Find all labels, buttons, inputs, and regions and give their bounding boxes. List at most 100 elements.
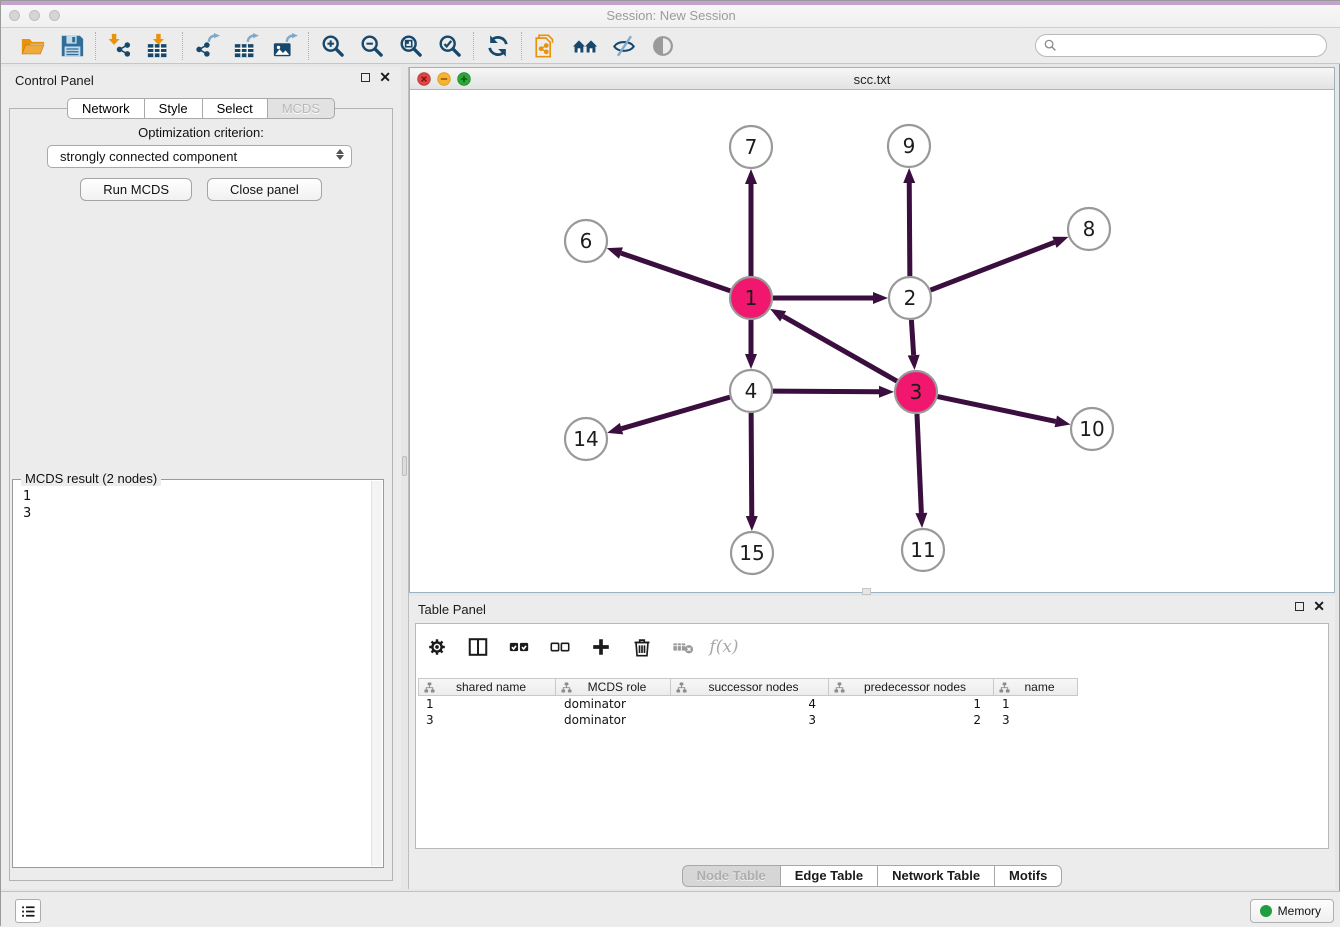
table-header-row: shared name MCDS role successor nodesprede…	[418, 678, 1078, 696]
deselect-all-icon[interactable]	[547, 634, 573, 660]
node-label-6: 6	[580, 229, 593, 253]
node-label-2: 2	[904, 286, 917, 310]
edge-3-1[interactable]	[783, 316, 897, 381]
node-label-9: 9	[903, 134, 916, 158]
optimization-criterion-label: Optimization criterion:	[10, 125, 392, 140]
float-panel-icon[interactable]	[361, 73, 370, 82]
edge-1-6[interactable]	[621, 253, 730, 291]
open-session-icon[interactable]	[19, 32, 46, 59]
zoom-selected-icon[interactable]	[436, 32, 463, 59]
gear-icon[interactable]	[424, 634, 450, 660]
save-session-icon[interactable]	[58, 32, 85, 59]
node-label-1: 1	[745, 286, 758, 310]
table-cell[interactable]: dominator	[556, 696, 671, 712]
network-frame-titlebar[interactable]: scc.txt	[410, 68, 1334, 90]
column-label: MCDS role	[578, 680, 670, 694]
table-cell[interactable]: 1	[994, 696, 1078, 712]
network-frame: scc.txt 7968124314101511	[409, 67, 1335, 593]
column-header-MCDS-role[interactable]: MCDS role	[556, 678, 671, 696]
table-cell[interactable]: 2	[829, 712, 994, 728]
edge-3-10[interactable]	[938, 397, 1056, 422]
import-table-icon[interactable]	[145, 32, 172, 59]
zoom-out-icon[interactable]	[358, 32, 385, 59]
mcds-panel-body: Optimization criterion: strongly connect…	[9, 108, 393, 881]
edge-4-14[interactable]	[622, 397, 730, 429]
table-cell[interactable]: 3	[671, 712, 829, 728]
table-cell[interactable]: 3	[994, 712, 1078, 728]
tab-motifs[interactable]: Motifs	[995, 865, 1062, 887]
table-rows: 1dominator4113dominator323	[418, 696, 1326, 728]
edge-2-3[interactable]	[911, 320, 913, 355]
add-icon[interactable]	[588, 634, 614, 660]
criterion-select[interactable]: strongly connected component	[47, 145, 352, 168]
zoom-fit-icon[interactable]	[397, 32, 424, 59]
memory-label: Memory	[1278, 904, 1321, 918]
table-cell[interactable]: 3	[418, 712, 556, 728]
table-cell[interactable]: 1	[829, 696, 994, 712]
toolbar-group	[183, 32, 308, 59]
tab-style[interactable]: Style	[145, 98, 203, 119]
table-cell[interactable]: 1	[418, 696, 556, 712]
select-all-icon[interactable]	[506, 634, 532, 660]
table-row[interactable]: 3dominator323	[418, 712, 1326, 728]
export-table-icon[interactable]	[232, 32, 259, 59]
memory-button[interactable]: Memory	[1250, 899, 1334, 923]
close-panel-icon[interactable]: ✕	[379, 73, 391, 82]
edge-2-8[interactable]	[931, 242, 1055, 290]
node-label-11: 11	[910, 538, 935, 562]
tab-select[interactable]: Select	[203, 98, 268, 119]
column-header-predecessor-nodes[interactable]: predecessor nodes	[829, 678, 994, 696]
horizontal-splitter-grip[interactable]	[862, 588, 871, 595]
search-field-wrap	[1035, 34, 1327, 57]
list-icon	[20, 903, 37, 920]
import-network-icon[interactable]	[106, 32, 133, 59]
toggle-styles-icon[interactable]	[610, 32, 637, 59]
toolbar-group	[9, 32, 95, 59]
column-header-shared-name[interactable]: shared name	[418, 678, 556, 696]
trash-icon[interactable]	[629, 634, 655, 660]
toolbar-group	[474, 32, 521, 59]
close-panel-button[interactable]: Close panel	[207, 178, 322, 201]
float-table-panel-icon[interactable]	[1295, 602, 1304, 611]
column-header-successor-nodes[interactable]: successor nodes	[671, 678, 829, 696]
tab-network-table[interactable]: Network Table	[878, 865, 995, 887]
table-panel-header: Table Panel ✕	[409, 596, 1335, 622]
network-frame-title: scc.txt	[410, 72, 1334, 87]
node-label-7: 7	[745, 135, 758, 159]
columns-icon[interactable]	[465, 634, 491, 660]
table-cell[interactable]: dominator	[556, 712, 671, 728]
tab-edge-table[interactable]: Edge Table	[781, 865, 878, 887]
result-scrollbar[interactable]	[371, 481, 382, 866]
edge-2-9[interactable]	[909, 183, 910, 276]
clone-network-icon[interactable]	[532, 32, 559, 59]
tab-node-table[interactable]: Node Table	[682, 865, 781, 887]
refresh-icon[interactable]	[484, 32, 511, 59]
network-overview-icon[interactable]	[571, 32, 598, 59]
column-label: successor nodes	[693, 680, 828, 694]
tab-network[interactable]: Network	[67, 98, 145, 119]
edge-4-3[interactable]	[773, 391, 879, 392]
export-image-icon[interactable]	[271, 32, 298, 59]
run-mcds-button[interactable]: Run MCDS	[80, 178, 192, 201]
edge-3-11[interactable]	[917, 414, 921, 513]
table-row[interactable]: 1dominator411	[418, 696, 1326, 712]
close-table-panel-icon[interactable]: ✕	[1313, 602, 1325, 611]
mcds-result-text[interactable]: 1 3	[23, 488, 31, 522]
vertical-splitter[interactable]	[401, 67, 409, 889]
function-icon-label: f(x)	[709, 637, 738, 657]
zoom-in-icon[interactable]	[319, 32, 346, 59]
tab-mcds[interactable]: MCDS	[268, 98, 335, 119]
task-history-button[interactable]	[15, 899, 41, 923]
control-panel-tabs: NetworkStyleSelectMCDS	[1, 98, 401, 119]
node-label-15: 15	[739, 541, 764, 565]
table-cell[interactable]: 4	[671, 696, 829, 712]
export-network-icon[interactable]	[193, 32, 220, 59]
network-graph: 7968124314101511	[410, 90, 1334, 592]
search-input[interactable]	[1035, 34, 1327, 57]
node-label-3: 3	[910, 380, 923, 404]
splitter-grip[interactable]	[402, 456, 407, 476]
column-header-name[interactable]: name	[994, 678, 1078, 696]
function-icon: f(x)	[711, 634, 737, 660]
network-canvas[interactable]: 7968124314101511	[410, 90, 1334, 592]
edge-4-15[interactable]	[751, 413, 752, 516]
